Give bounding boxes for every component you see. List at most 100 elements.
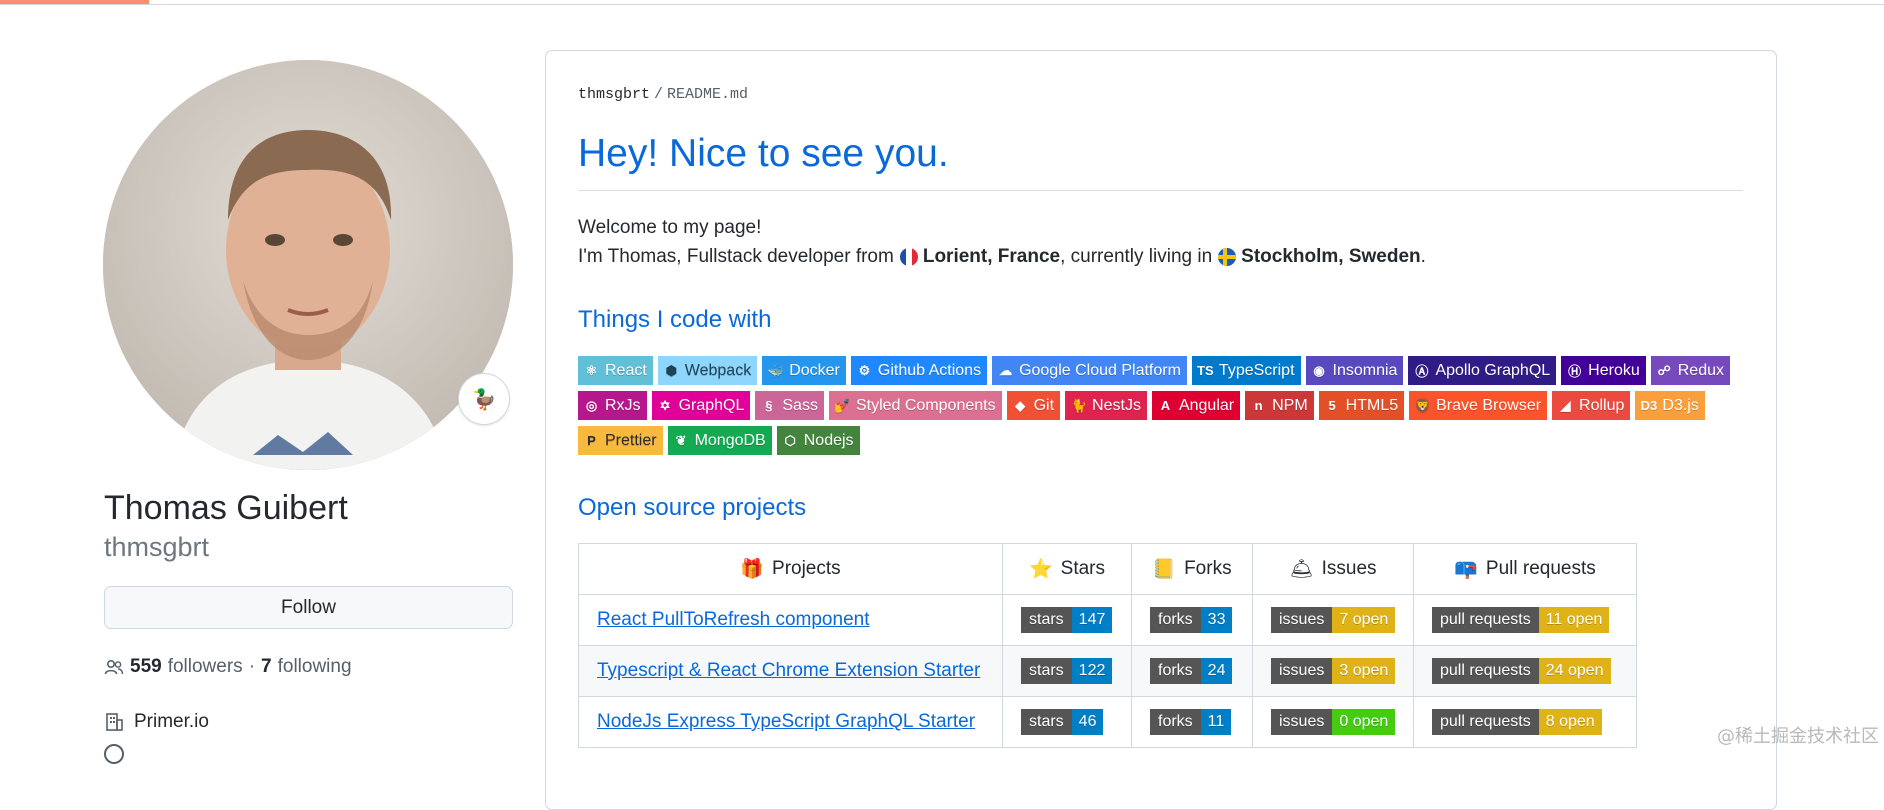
ledger-icon: 📒 (1152, 559, 1177, 580)
npm-icon: n (1254, 398, 1263, 413)
badge-angular[interactable]: A Angular (1151, 391, 1241, 420)
badge-brave-browser[interactable]: 🦁 Brave Browser (1409, 391, 1548, 420)
pull-requests-badge-value: 8 open (1538, 709, 1602, 735)
breadcrumb: thmsgbrt / README.md (578, 86, 748, 103)
avatar[interactable] (103, 60, 513, 470)
badge-rxjs[interactable]: ◎ RxJs (578, 391, 647, 420)
badge-react[interactable]: ⚛ React (578, 356, 653, 385)
rxjs-icon: ◎ (585, 397, 598, 413)
issues-badge-value: 0 open (1332, 709, 1396, 735)
stars-badge-label: stars (1021, 658, 1072, 684)
followers-summary: 559 followers · 7 following (104, 656, 352, 678)
github-actions-icon: ⚙ (858, 362, 871, 378)
badge-typescript[interactable]: TS TypeScript (1191, 356, 1301, 385)
issues-badge-label: issues (1271, 658, 1333, 684)
badge-label: Sass (782, 396, 818, 414)
profile-name: Thomas Guibert (104, 489, 348, 527)
badge-prettier[interactable]: P Prettier (578, 426, 663, 455)
badge-docker[interactable]: 🐳 Docker (762, 356, 846, 385)
header-forks: 📒 Forks (1131, 543, 1253, 595)
follow-button[interactable]: Follow (104, 586, 513, 629)
badge-sass[interactable]: § Sass (755, 391, 824, 420)
forks-badge[interactable]: forks 33 (1150, 607, 1233, 633)
badge-heroku[interactable]: Ⓗ Heroku (1561, 356, 1646, 385)
watermark: @稀土掘金技术社区 (1717, 726, 1879, 747)
breadcrumb-user[interactable]: thmsgbrt (578, 86, 650, 103)
badge-label: Prettier (605, 431, 657, 449)
badge-label: Rollup (1579, 396, 1625, 414)
stars-badge-value: 147 (1071, 607, 1113, 633)
badge-label: NestJs (1092, 396, 1141, 414)
badge-apollo-graphql[interactable]: Ⓐ Apollo GraphQL (1408, 356, 1557, 385)
pull-requests-badge[interactable]: pull requests 11 open (1432, 607, 1610, 633)
badge-label: Github Actions (877, 361, 982, 379)
header-issues: 🛎 Issues (1252, 543, 1414, 595)
header-label: Projects (772, 558, 841, 579)
header-projects: 🎁 Projects (578, 543, 1003, 595)
badge-label: D3.js (1662, 396, 1699, 414)
stars-badge[interactable]: stars 122 (1021, 658, 1113, 684)
followers-link[interactable]: followers (168, 656, 243, 678)
current-place: Stockholm, Sweden (1241, 246, 1421, 267)
badge-webpack[interactable]: ⬢ Webpack (657, 356, 758, 385)
forks-badge[interactable]: forks 11 (1150, 709, 1232, 735)
skills-heading: Things I code with (578, 306, 772, 333)
badge-npm[interactable]: n NPM (1245, 391, 1314, 420)
badge-git[interactable]: ◆ Git (1006, 391, 1061, 420)
stars-badge[interactable]: stars 147 (1021, 607, 1113, 633)
badge-html5[interactable]: 5 HTML5 (1318, 391, 1405, 420)
top-nav-underline (0, 0, 1884, 5)
badge-styled-components[interactable]: 💅 Styled Components (828, 391, 1002, 420)
badge-label: Webpack (684, 361, 752, 379)
table-row: Typescript & React Chrome Extension Star… (578, 645, 1637, 697)
badge-label: Docker (789, 361, 840, 379)
forks-badge[interactable]: forks 24 (1150, 658, 1233, 684)
badge-github-actions[interactable]: ⚙ Github Actions (850, 356, 988, 385)
pull-requests-badge-value: 11 open (1538, 607, 1610, 633)
badge-graphql[interactable]: ✡ GraphQL (651, 391, 751, 420)
header-cell: 🛎 Issues (1253, 557, 1413, 581)
badge-nestjs[interactable]: 🐈 NestJs (1065, 391, 1147, 420)
followers-count[interactable]: 559 (130, 656, 162, 678)
forks-cell: forks 33 (1131, 594, 1253, 646)
projects-heading: Open source projects (578, 494, 807, 521)
badge-d3-js[interactable]: D3 D3.js (1635, 391, 1705, 420)
badge-rollup[interactable]: ◢ Rollup (1552, 391, 1631, 420)
project-link[interactable]: NodeJs Express TypeScript GraphQL Starte… (579, 711, 975, 732)
badge-google-cloud-platform[interactable]: ☁ Google Cloud Platform (992, 356, 1187, 385)
badge-insomnia[interactable]: ◉ Insomnia (1305, 356, 1404, 385)
badge-label: Google Cloud Platform (1019, 361, 1181, 379)
breadcrumb-file[interactable]: README.md (667, 86, 748, 103)
following-link[interactable]: following (278, 656, 352, 678)
stars-badge[interactable]: stars 46 (1021, 709, 1104, 735)
intro-end: . (1420, 246, 1426, 267)
issues-badge[interactable]: issues 0 open (1271, 709, 1396, 735)
project-link[interactable]: React PullToRefresh component (579, 609, 869, 630)
webpack-icon: ⬢ (665, 362, 677, 378)
skill-badges: ⚛ React ⬢ Webpack 🐳 Docker ⚙ Github Actions ☁ Goo… (578, 356, 1753, 455)
table-row: NodeJs Express TypeScript GraphQL Starte… (578, 696, 1637, 748)
building-icon (106, 713, 123, 731)
badge-redux[interactable]: ☍ Redux (1650, 356, 1730, 385)
issues-badge[interactable]: issues 3 open (1271, 658, 1396, 684)
issues-badge[interactable]: issues 7 open (1271, 607, 1396, 633)
redux-icon: ☍ (1657, 362, 1671, 378)
sass-icon: § (765, 398, 773, 413)
project-link[interactable]: Typescript & React Chrome Extension Star… (579, 660, 980, 681)
status-emoji-button[interactable]: 🦆 (458, 373, 510, 425)
badge-label: GraphQL (678, 396, 745, 414)
badge-label: HTML5 (1345, 396, 1399, 414)
project-cell: React PullToRefresh component (578, 594, 1003, 646)
badge-label: Git (1033, 396, 1055, 414)
stars-badge-label: stars (1021, 709, 1072, 735)
issues-cell: issues 7 open (1252, 594, 1414, 646)
organization: Primer.io (104, 711, 209, 733)
pull-requests-badge[interactable]: pull requests 24 open (1432, 658, 1611, 684)
badge-nodejs[interactable]: ⬡ Nodejs (776, 426, 860, 455)
google-cloud-icon: ☁ (999, 362, 1013, 378)
issues-badge-label: issues (1271, 709, 1333, 735)
following-count[interactable]: 7 (261, 656, 272, 678)
pull-requests-badge[interactable]: pull requests 8 open (1432, 709, 1602, 735)
badge-mongodb[interactable]: ❦ MongoDB (667, 426, 772, 455)
stars-cell: stars 147 (1002, 594, 1132, 646)
